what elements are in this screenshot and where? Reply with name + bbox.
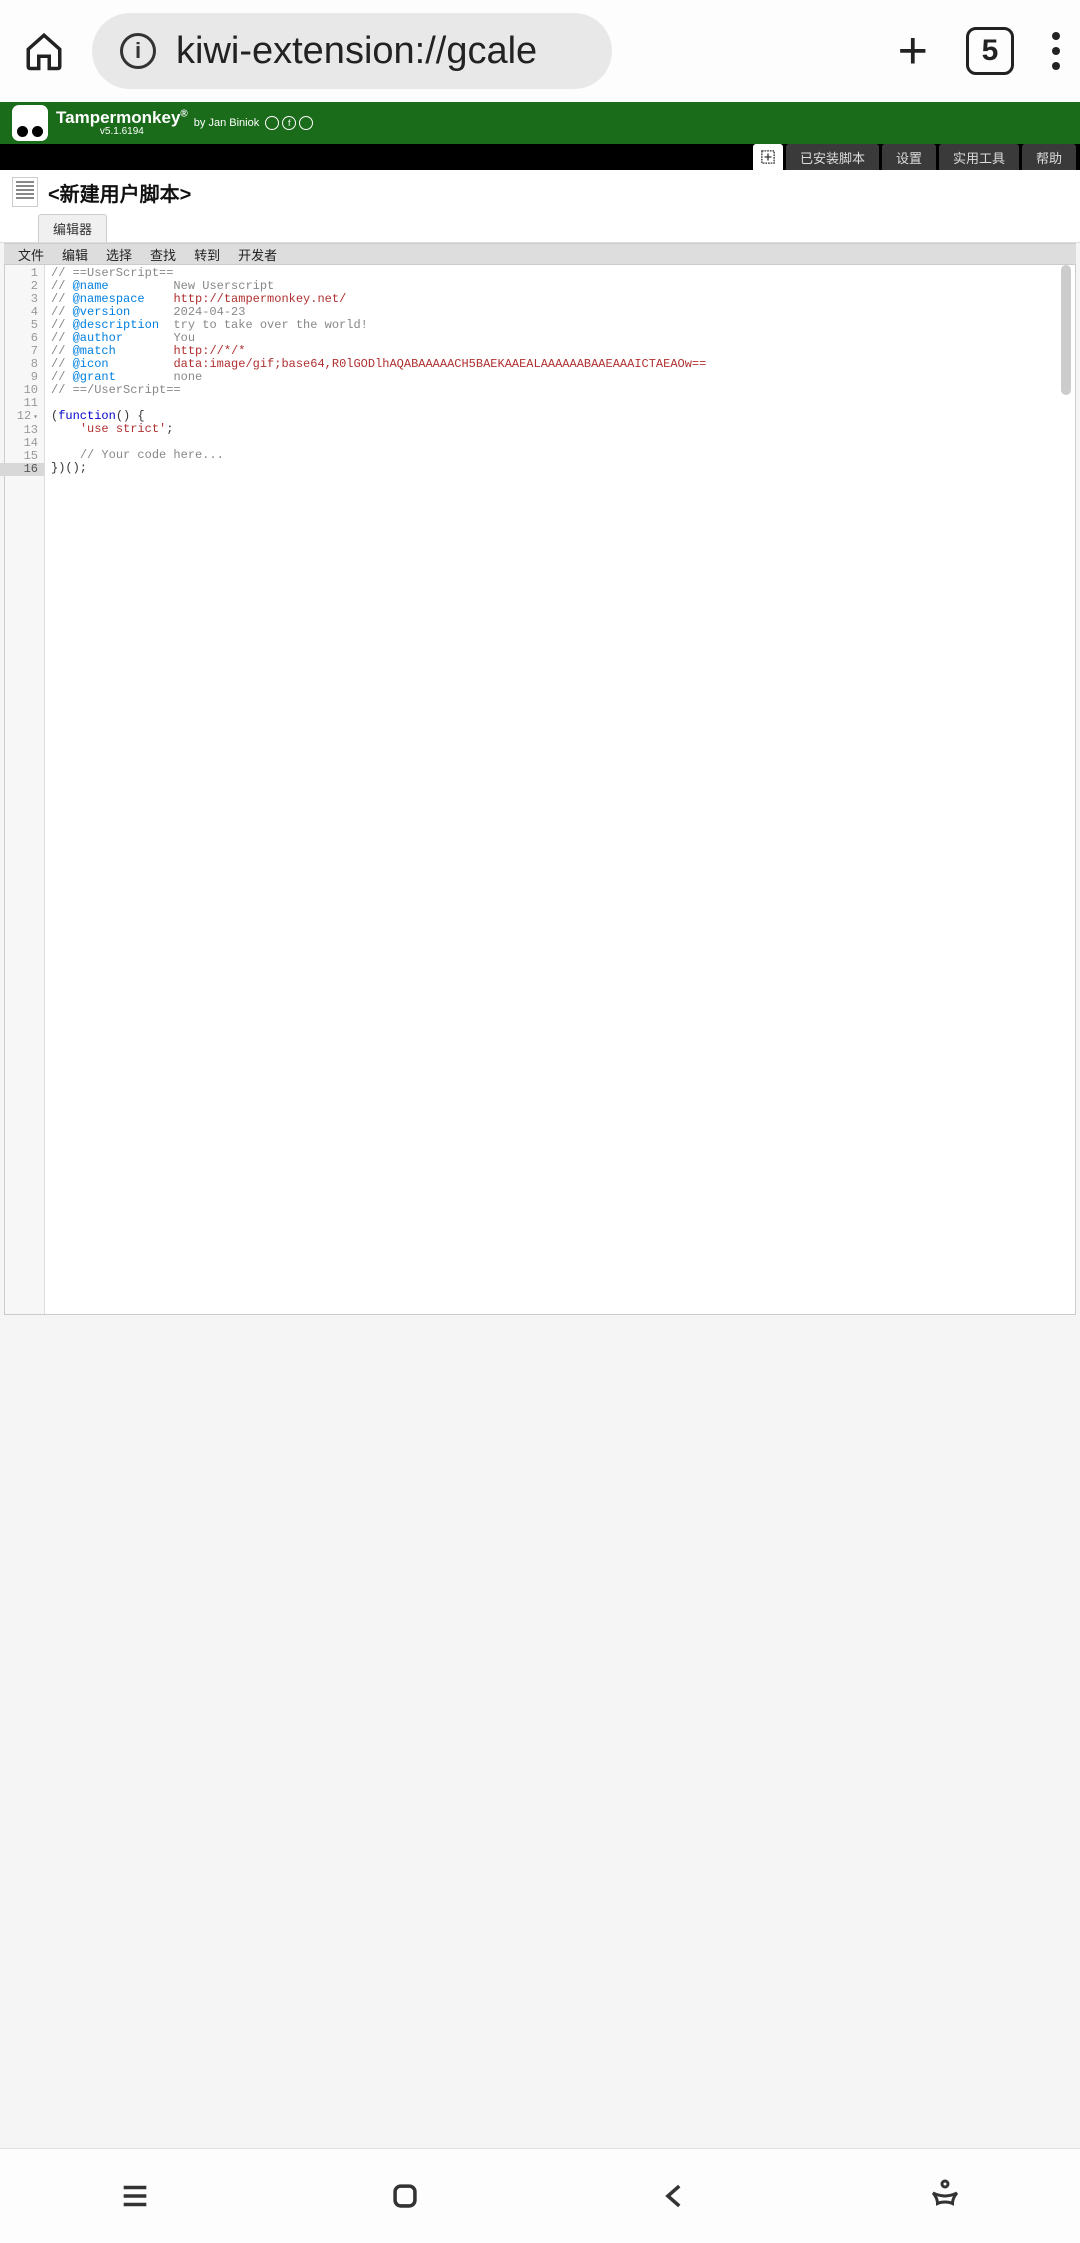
document-icon — [12, 177, 38, 207]
url-bar[interactable]: i kiwi-extension://gcale — [92, 13, 612, 89]
line-gutter: 1 2 3 4 5 6 7 8 9 10 11 12 13 14 15 16 — [5, 265, 45, 1314]
home-button[interactable] — [20, 27, 68, 75]
browser-menu-button[interactable] — [1052, 32, 1060, 70]
sub-tabs: 编辑器 — [0, 214, 1080, 243]
new-script-tab[interactable] — [753, 144, 783, 170]
nav-settings[interactable]: 设置 — [882, 144, 936, 170]
scrollbar-thumb[interactable] — [1061, 265, 1071, 395]
line-num: 12 — [5, 410, 38, 424]
menu-goto[interactable]: 转到 — [194, 245, 220, 264]
tampermonkey-title: Tampermonkey® — [56, 109, 188, 126]
url-text: kiwi-extension://gcale — [176, 30, 537, 73]
browser-actions: + 5 — [898, 21, 1060, 81]
home-nav-button[interactable] — [385, 2176, 425, 2216]
tampermonkey-title-wrap: Tampermonkey® v5.1.6194 — [56, 109, 188, 137]
tampermonkey-logo — [12, 105, 48, 141]
tampermonkey-version: v5.1.6194 — [56, 127, 188, 137]
accessibility-button[interactable] — [925, 2176, 965, 2216]
facebook-icon[interactable]: f — [282, 116, 296, 130]
menu-edit[interactable]: 编辑 — [62, 245, 88, 264]
menu-file[interactable]: 文件 — [18, 245, 44, 264]
code-editor[interactable]: 1 2 3 4 5 6 7 8 9 10 11 12 13 14 15 16 /… — [4, 265, 1076, 1315]
script-title: <新建用户脚本> — [48, 178, 191, 207]
github-icon[interactable] — [265, 116, 279, 130]
android-nav-bar — [0, 2148, 1080, 2243]
code-area[interactable]: // ==UserScript== // @name New Userscrip… — [45, 265, 1075, 1314]
new-tab-button[interactable]: + — [898, 21, 928, 81]
site-info-icon[interactable]: i — [120, 33, 156, 69]
social-links: f — [265, 116, 313, 130]
instagram-icon[interactable] — [299, 116, 313, 130]
tabs-button[interactable]: 5 — [966, 27, 1014, 75]
editor-tab[interactable]: 编辑器 — [38, 214, 107, 242]
line-num-active: 16 — [0, 463, 44, 476]
tampermonkey-author: by Jan Biniok — [194, 117, 259, 129]
menu-developer[interactable]: 开发者 — [238, 245, 277, 264]
nav-installed[interactable]: 已安装脚本 — [786, 144, 879, 170]
nav-help[interactable]: 帮助 — [1022, 144, 1076, 170]
browser-top-bar: i kiwi-extension://gcale + 5 — [0, 0, 1080, 102]
nav-utilities[interactable]: 实用工具 — [939, 144, 1019, 170]
back-nav-button[interactable] — [655, 2176, 695, 2216]
menu-select[interactable]: 选择 — [106, 245, 132, 264]
tampermonkey-nav: 已安装脚本 设置 实用工具 帮助 — [0, 144, 1080, 170]
editor-menu-bar: 文件 编辑 选择 查找 转到 开发者 — [4, 243, 1076, 265]
recent-apps-button[interactable] — [115, 2176, 155, 2216]
tampermonkey-header: Tampermonkey® v5.1.6194 by Jan Biniok f — [0, 102, 1080, 144]
menu-find[interactable]: 查找 — [150, 245, 176, 264]
script-title-bar: <新建用户脚本> — [0, 170, 1080, 214]
